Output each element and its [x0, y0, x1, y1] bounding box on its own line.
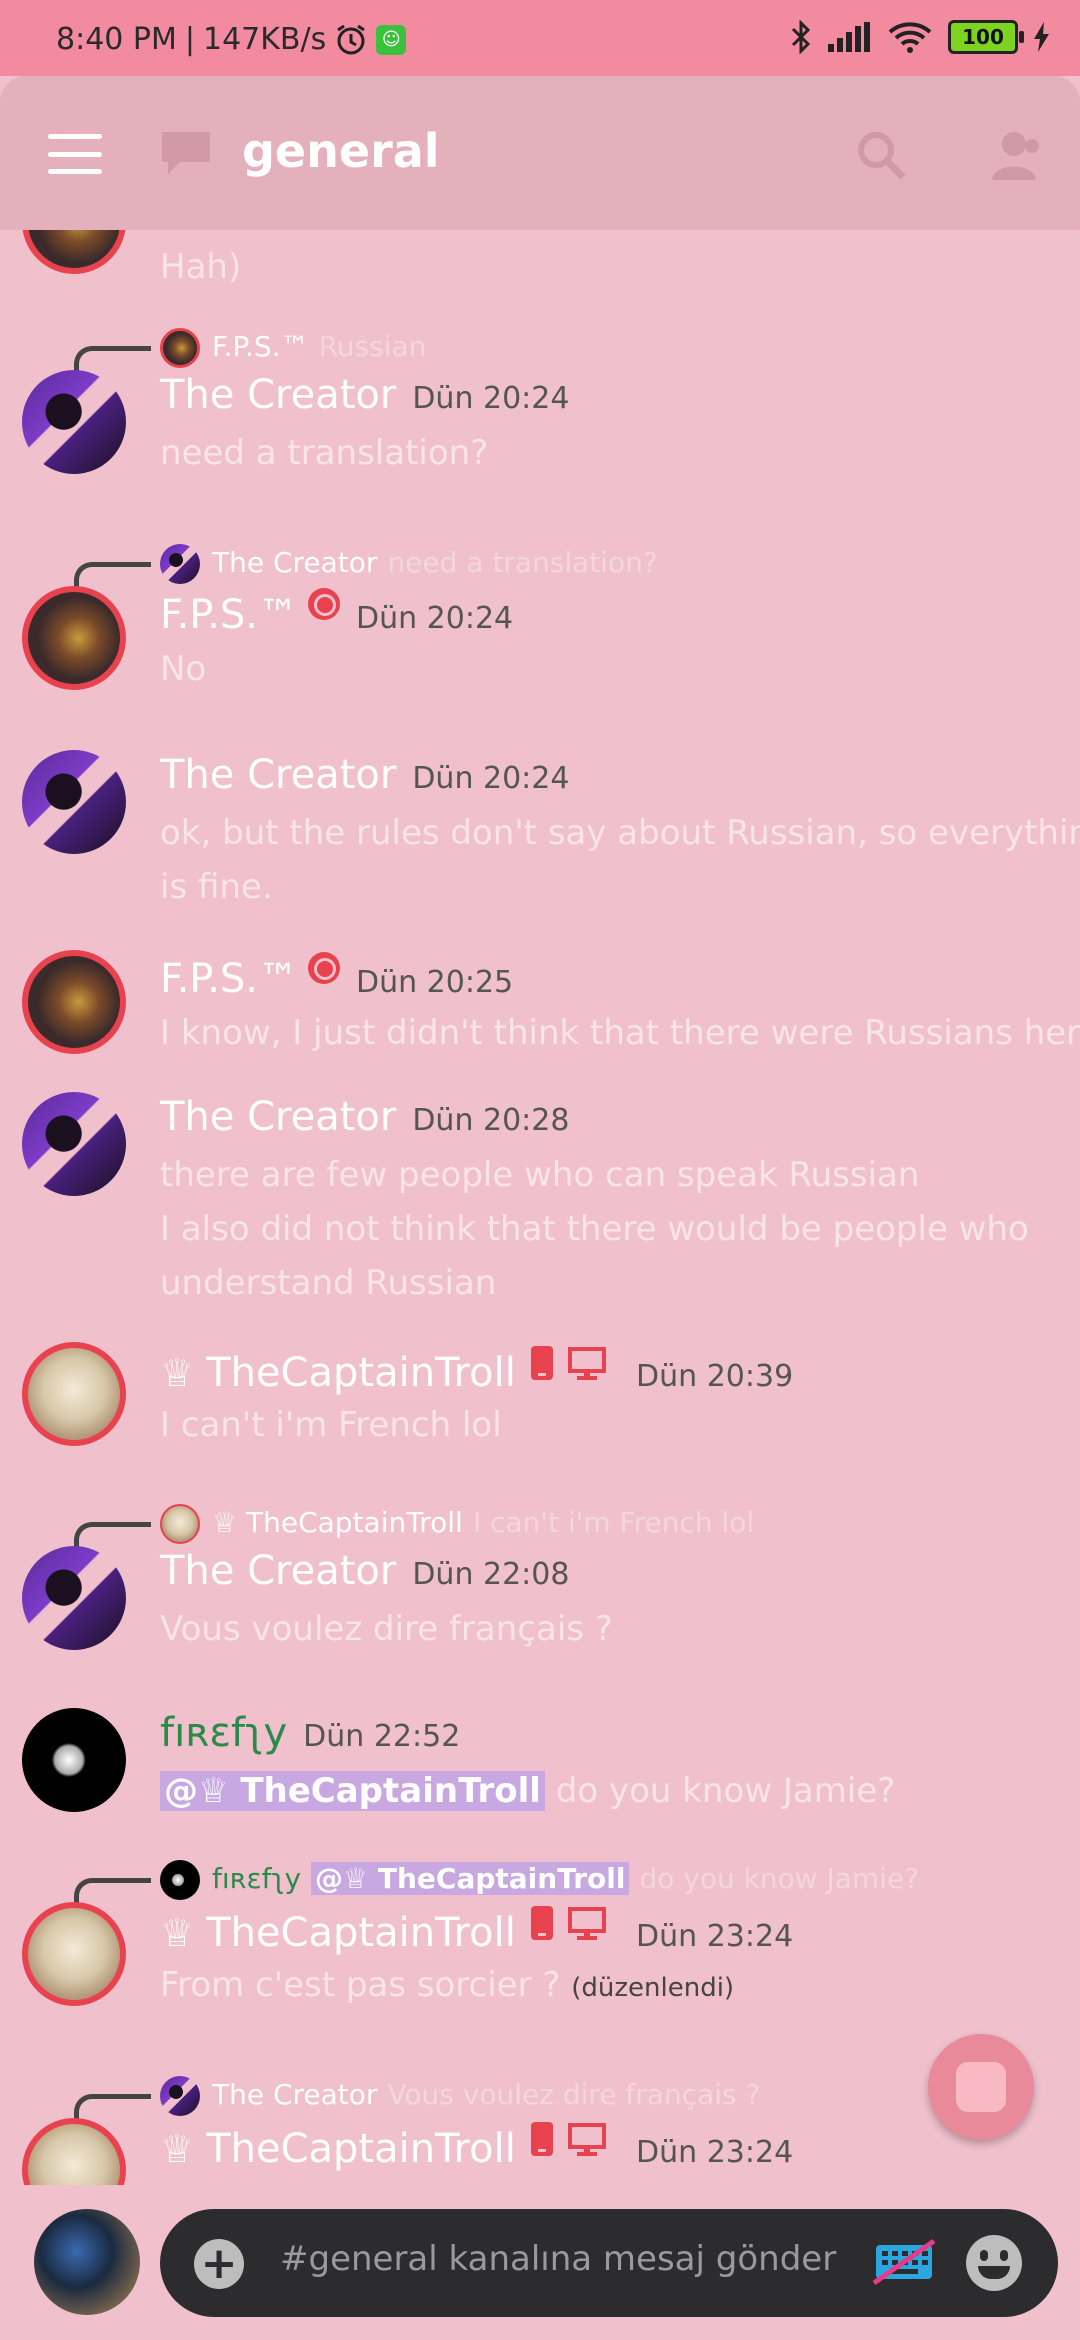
- desktop-icon: [568, 1907, 607, 1940]
- author-name[interactable]: The Creator: [160, 1094, 396, 1140]
- message-input[interactable]: + #general kanalına mesaj gönder: [160, 2209, 1058, 2317]
- status-time: 8:40 PM: [56, 22, 177, 57]
- avatar[interactable]: [22, 1092, 126, 1196]
- message-text: Vous voulez dire français ?: [160, 1609, 613, 1649]
- crown-icon: ♕: [160, 2127, 207, 2171]
- message-text: ok, but the rules don't say about Russia…: [160, 813, 1080, 853]
- timestamp: Dün 22:52: [303, 1719, 461, 1754]
- desktop-icon: [568, 1347, 607, 1380]
- search-icon[interactable]: [852, 126, 912, 186]
- status-bar: 8:40 PM | 147KB/s ☺ 100: [0, 0, 1080, 76]
- phone-icon: [530, 1346, 553, 1380]
- battery-icon: 100: [948, 20, 1024, 54]
- avatar[interactable]: [34, 2209, 140, 2315]
- avatar[interactable]: [22, 1708, 126, 1812]
- message-text: @♕ TheCaptainTroll do you know Jamie?: [160, 1764, 895, 1818]
- message-text: I know, I just didn't think that there w…: [160, 1013, 1080, 1053]
- chat-bubble-icon: [162, 132, 210, 174]
- avatar[interactable]: [22, 750, 126, 854]
- composer-bar: + #general kanalına mesaj gönder: [0, 2185, 1080, 2340]
- avatar[interactable]: [22, 1546, 126, 1650]
- edited-label: (düzenlendi): [571, 1973, 735, 2003]
- app-notification-icon: ☺: [376, 24, 407, 55]
- menu-icon[interactable]: [48, 134, 102, 174]
- avatar[interactable]: [22, 230, 126, 274]
- message-text: need a translation?: [160, 433, 489, 473]
- avatar[interactable]: [22, 586, 126, 690]
- message-text: I also did not think that there would be…: [160, 1209, 1029, 1249]
- timestamp: Dün 23:24: [636, 2135, 794, 2170]
- author-name[interactable]: TheCaptainTroll: [206, 1910, 516, 1956]
- message-text: is fine.: [160, 867, 273, 907]
- channel-header: general: [0, 76, 1080, 230]
- crown-icon: ♕: [160, 1911, 207, 1955]
- chevron-down-icon: [956, 2062, 1006, 2112]
- author-name[interactable]: F.P.S.™: [160, 956, 298, 1002]
- message-text: I can't i'm French lol: [160, 1405, 502, 1445]
- message-text: there are few people who can speak Russi…: [160, 1155, 920, 1195]
- globe-icon: [308, 588, 341, 620]
- timestamp: Dün 20:24: [356, 601, 514, 636]
- timestamp: Dün 22:08: [412, 1557, 570, 1592]
- timestamp: Dün 20:24: [412, 381, 570, 416]
- author-name[interactable]: TheCaptainTroll: [206, 2126, 516, 2172]
- timestamp: Dün 20:28: [412, 1103, 570, 1138]
- message-text: No: [160, 649, 207, 689]
- globe-icon: [308, 952, 341, 984]
- input-placeholder: #general kanalına mesaj gönder: [280, 2239, 837, 2279]
- network-speed: 147KB/s: [203, 22, 327, 57]
- keyboard-off-icon[interactable]: [872, 2237, 936, 2287]
- charging-icon: [1034, 22, 1049, 52]
- bluetooth-icon: [791, 20, 811, 54]
- message-list[interactable]: Hah) F.P.S.™ Russian The Creator Dün 20:24…: [0, 230, 1080, 2185]
- avatar[interactable]: [22, 1902, 126, 2006]
- author-name[interactable]: The Creator: [160, 752, 396, 798]
- members-icon[interactable]: [984, 126, 1044, 186]
- jump-to-bottom-button[interactable]: [928, 2034, 1034, 2140]
- phone-icon: [530, 2122, 553, 2156]
- desktop-icon: [568, 2123, 607, 2156]
- alarm-icon: [337, 24, 366, 54]
- timestamp: Dün 20:39: [636, 1359, 794, 1394]
- phone-icon: [530, 1906, 553, 1940]
- avatar[interactable]: [22, 1342, 126, 1446]
- message-text: From c'est pas sorcier ? (düzenlendi): [160, 1965, 735, 2005]
- crown-icon: ♕: [160, 1351, 207, 1395]
- signal-icon: [828, 22, 870, 52]
- avatar[interactable]: [22, 950, 126, 1054]
- author-name[interactable]: The Creator: [160, 372, 396, 418]
- message-text: understand Russian: [160, 1263, 497, 1303]
- channel-title: general: [242, 124, 440, 178]
- timestamp: Dün 20:24: [412, 761, 570, 796]
- user-mention[interactable]: @♕ TheCaptainTroll: [160, 1771, 545, 1811]
- author-name[interactable]: TheCaptainTroll: [206, 1350, 516, 1396]
- wifi-icon: [888, 22, 932, 53]
- author-name[interactable]: The Creator: [160, 1548, 396, 1594]
- author-name[interactable]: fıʀɛfʅy: [160, 1710, 287, 1756]
- timestamp: Dün 20:25: [356, 965, 514, 1000]
- author-name[interactable]: F.P.S.™: [160, 592, 298, 638]
- message-text: Hah): [160, 247, 242, 287]
- timestamp: Dün 23:24: [636, 1919, 794, 1954]
- emoji-icon[interactable]: [966, 2235, 1022, 2291]
- avatar[interactable]: [22, 370, 126, 474]
- plus-icon[interactable]: +: [194, 2239, 244, 2289]
